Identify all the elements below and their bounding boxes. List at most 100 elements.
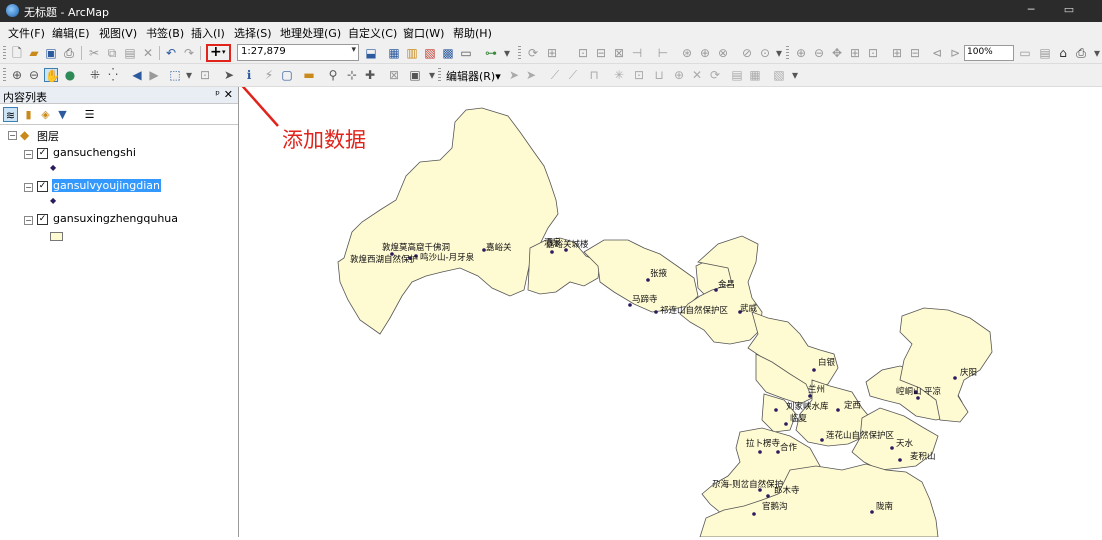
reshape-icon[interactable]: ⊔ — [652, 68, 666, 82]
menu-help[interactable]: 帮助(H) — [453, 25, 492, 41]
zoom-100-icon[interactable]: ⊡ — [866, 46, 880, 60]
forward-extent-icon[interactable]: ⊳ — [948, 46, 962, 60]
spatial-adjust-icon[interactable]: ⊛ — [680, 46, 694, 60]
save-icon[interactable]: ▣ — [44, 46, 58, 60]
layout-zoom-out-icon[interactable]: ⊖ — [812, 46, 826, 60]
time-slider-icon[interactable]: ⊠ — [387, 68, 401, 82]
search-window-icon[interactable]: ▧ — [423, 46, 437, 60]
map-point[interactable] — [758, 450, 762, 454]
topology-icon[interactable]: ⊘ — [740, 46, 754, 60]
menu-geoprocessing[interactable]: 地理处理(G) — [280, 25, 341, 41]
layout-tool-icon[interactable]: ⊞ — [545, 46, 559, 60]
edit-vertices-icon[interactable]: ⊡ — [632, 68, 646, 82]
toggle-draft-icon[interactable]: ▭ — [1018, 46, 1032, 60]
goto-xy-icon[interactable]: ✚ — [363, 68, 377, 82]
go-back-icon[interactable]: ◀ — [130, 68, 144, 82]
map-point[interactable] — [820, 438, 824, 442]
cut-polygons-icon[interactable]: ⊕ — [672, 68, 686, 82]
map-point[interactable] — [890, 446, 894, 450]
map-point[interactable] — [836, 408, 840, 412]
edit-annotation-icon[interactable]: ➤ — [524, 68, 538, 82]
split-icon[interactable]: ✕ — [690, 68, 704, 82]
undo-icon[interactable]: ↶ — [164, 46, 178, 60]
print-icon[interactable]: ⎙ — [62, 46, 76, 60]
polygon-symbol-swatch[interactable] — [50, 232, 63, 241]
snap-point-icon[interactable]: ⊟ — [594, 46, 608, 60]
collapse-layer-icon[interactable]: − — [24, 150, 33, 159]
toolbar-options-icon[interactable]: ▾ — [772, 46, 786, 60]
layer-gansuxingzhengquhua[interactable]: gansuxingzhengquhua — [53, 212, 178, 225]
snap-end-icon[interactable]: ⊠ — [612, 46, 626, 60]
list-by-drawing-order-icon[interactable]: ≋ — [3, 107, 18, 122]
menu-view[interactable]: 视图(V) — [99, 25, 137, 41]
map-point[interactable] — [752, 512, 756, 516]
layer-gansuchengshi[interactable]: gansuchengshi — [53, 146, 136, 159]
toolbar-options-icon[interactable]: ▾ — [788, 68, 802, 82]
paste-icon[interactable]: ▤ — [123, 46, 137, 60]
straight-segment-icon[interactable]: ⟋ — [548, 68, 562, 82]
table-of-contents-icon[interactable]: ▦ — [387, 46, 401, 60]
map-point[interactable] — [953, 376, 957, 380]
select-features-icon[interactable]: ⬚ — [168, 68, 182, 82]
find-icon[interactable]: ⚲ — [326, 68, 340, 82]
map-point[interactable] — [550, 250, 554, 254]
options-icon[interactable]: ☰ — [82, 107, 97, 122]
collapse-layer-icon[interactable]: − — [24, 183, 33, 192]
close-icon[interactable]: ✕ — [224, 88, 233, 101]
delete-icon[interactable]: ✕ — [141, 46, 155, 60]
toolbar-grip[interactable] — [3, 68, 6, 82]
link-icon[interactable]: ⊗ — [716, 46, 730, 60]
zoom-in-icon[interactable]: ⊕ — [10, 68, 24, 82]
pan-icon[interactable]: ✋ — [44, 68, 60, 83]
menu-insert[interactable]: 插入(I) — [191, 25, 225, 41]
layer-gansulvyoujingdian[interactable]: gansulvyoujingdian — [52, 179, 161, 192]
toolbar-options-icon[interactable]: ▾ — [425, 68, 439, 82]
sketch-properties-icon[interactable]: ▦ — [748, 68, 762, 82]
full-extent-icon[interactable]: ● — [63, 68, 77, 82]
transform-icon[interactable]: ⊕ — [698, 46, 712, 60]
gansu-map[interactable]: 敦煌莫高窟千佛洞敦煌西湖自然保护 鸣沙山-月牙泉嘉峪关 酒泉嘉峪关城楼张掖金昌马蹄寺… — [224, 64, 1102, 538]
snap-vertex-icon[interactable]: ⊣ — [630, 46, 644, 60]
new-icon[interactable]: 🗋 — [10, 46, 24, 60]
back-extent-icon[interactable]: ⊲ — [930, 46, 944, 60]
editor-menu[interactable]: 编辑器(R)▾ — [446, 68, 501, 84]
fixed-zoom-out-icon[interactable]: ⊟ — [908, 46, 922, 60]
layer-visibility-checkbox[interactable]: ✓ — [37, 181, 48, 192]
map-point[interactable] — [870, 510, 874, 514]
toolbar-grip[interactable] — [786, 46, 789, 60]
snap-icon[interactable]: ⊡ — [576, 46, 590, 60]
identify-icon[interactable]: ℹ — [242, 68, 256, 82]
copy-icon[interactable]: ⧉ — [105, 46, 119, 60]
modelbuilder-icon[interactable]: ⊶ — [484, 46, 498, 60]
chevron-down-icon[interactable]: ▾ — [182, 68, 196, 82]
layer-visibility-checkbox[interactable]: ✓ — [37, 148, 48, 159]
map-scale-combo[interactable]: 1:27,879 ▾ — [237, 44, 359, 61]
toolbar-options-icon[interactable]: ▾ — [1090, 46, 1102, 60]
change-layout-icon[interactable]: ⌂ — [1056, 46, 1070, 60]
list-by-source-icon[interactable]: ▮ — [21, 107, 36, 122]
point-symbol-icon[interactable]: ◆ — [50, 196, 56, 205]
map-point[interactable] — [774, 408, 778, 412]
toolbar-grip[interactable] — [438, 68, 441, 82]
collapse-root-icon[interactable]: − — [8, 131, 17, 140]
pin-icon[interactable]: ᵖ — [215, 88, 220, 101]
fixed-zoom-in-icon[interactable]: ⁜ — [88, 68, 102, 82]
map-point[interactable] — [784, 422, 788, 426]
attributes-icon[interactable]: ▤ — [730, 68, 744, 82]
layout-pan-icon[interactable]: ✥ — [830, 46, 844, 60]
python-icon[interactable]: ▭ — [459, 46, 473, 60]
measure-icon[interactable]: ▬ — [302, 68, 316, 82]
toolbar-grip[interactable] — [518, 46, 521, 60]
minimize-button[interactable]: ─ — [1016, 2, 1046, 18]
map-point[interactable] — [812, 368, 816, 372]
menu-windows[interactable]: 窗口(W) — [403, 25, 444, 41]
layer-visibility-checkbox[interactable]: ✓ — [37, 214, 48, 225]
list-by-selection-icon[interactable]: ▼ — [55, 107, 70, 122]
end-point-arc-icon[interactable]: ⟋ — [566, 68, 580, 82]
fixed-zoom-out-icon[interactable]: ⁛ — [106, 68, 120, 82]
editor-toolbar-icon[interactable]: ⬓ — [364, 46, 378, 60]
menu-customize[interactable]: 自定义(C) — [348, 25, 397, 41]
rotate-icon[interactable]: ⟳ — [526, 46, 540, 60]
georef-icon[interactable]: ⊢ — [656, 46, 670, 60]
point-icon[interactable]: ✳ — [612, 68, 626, 82]
